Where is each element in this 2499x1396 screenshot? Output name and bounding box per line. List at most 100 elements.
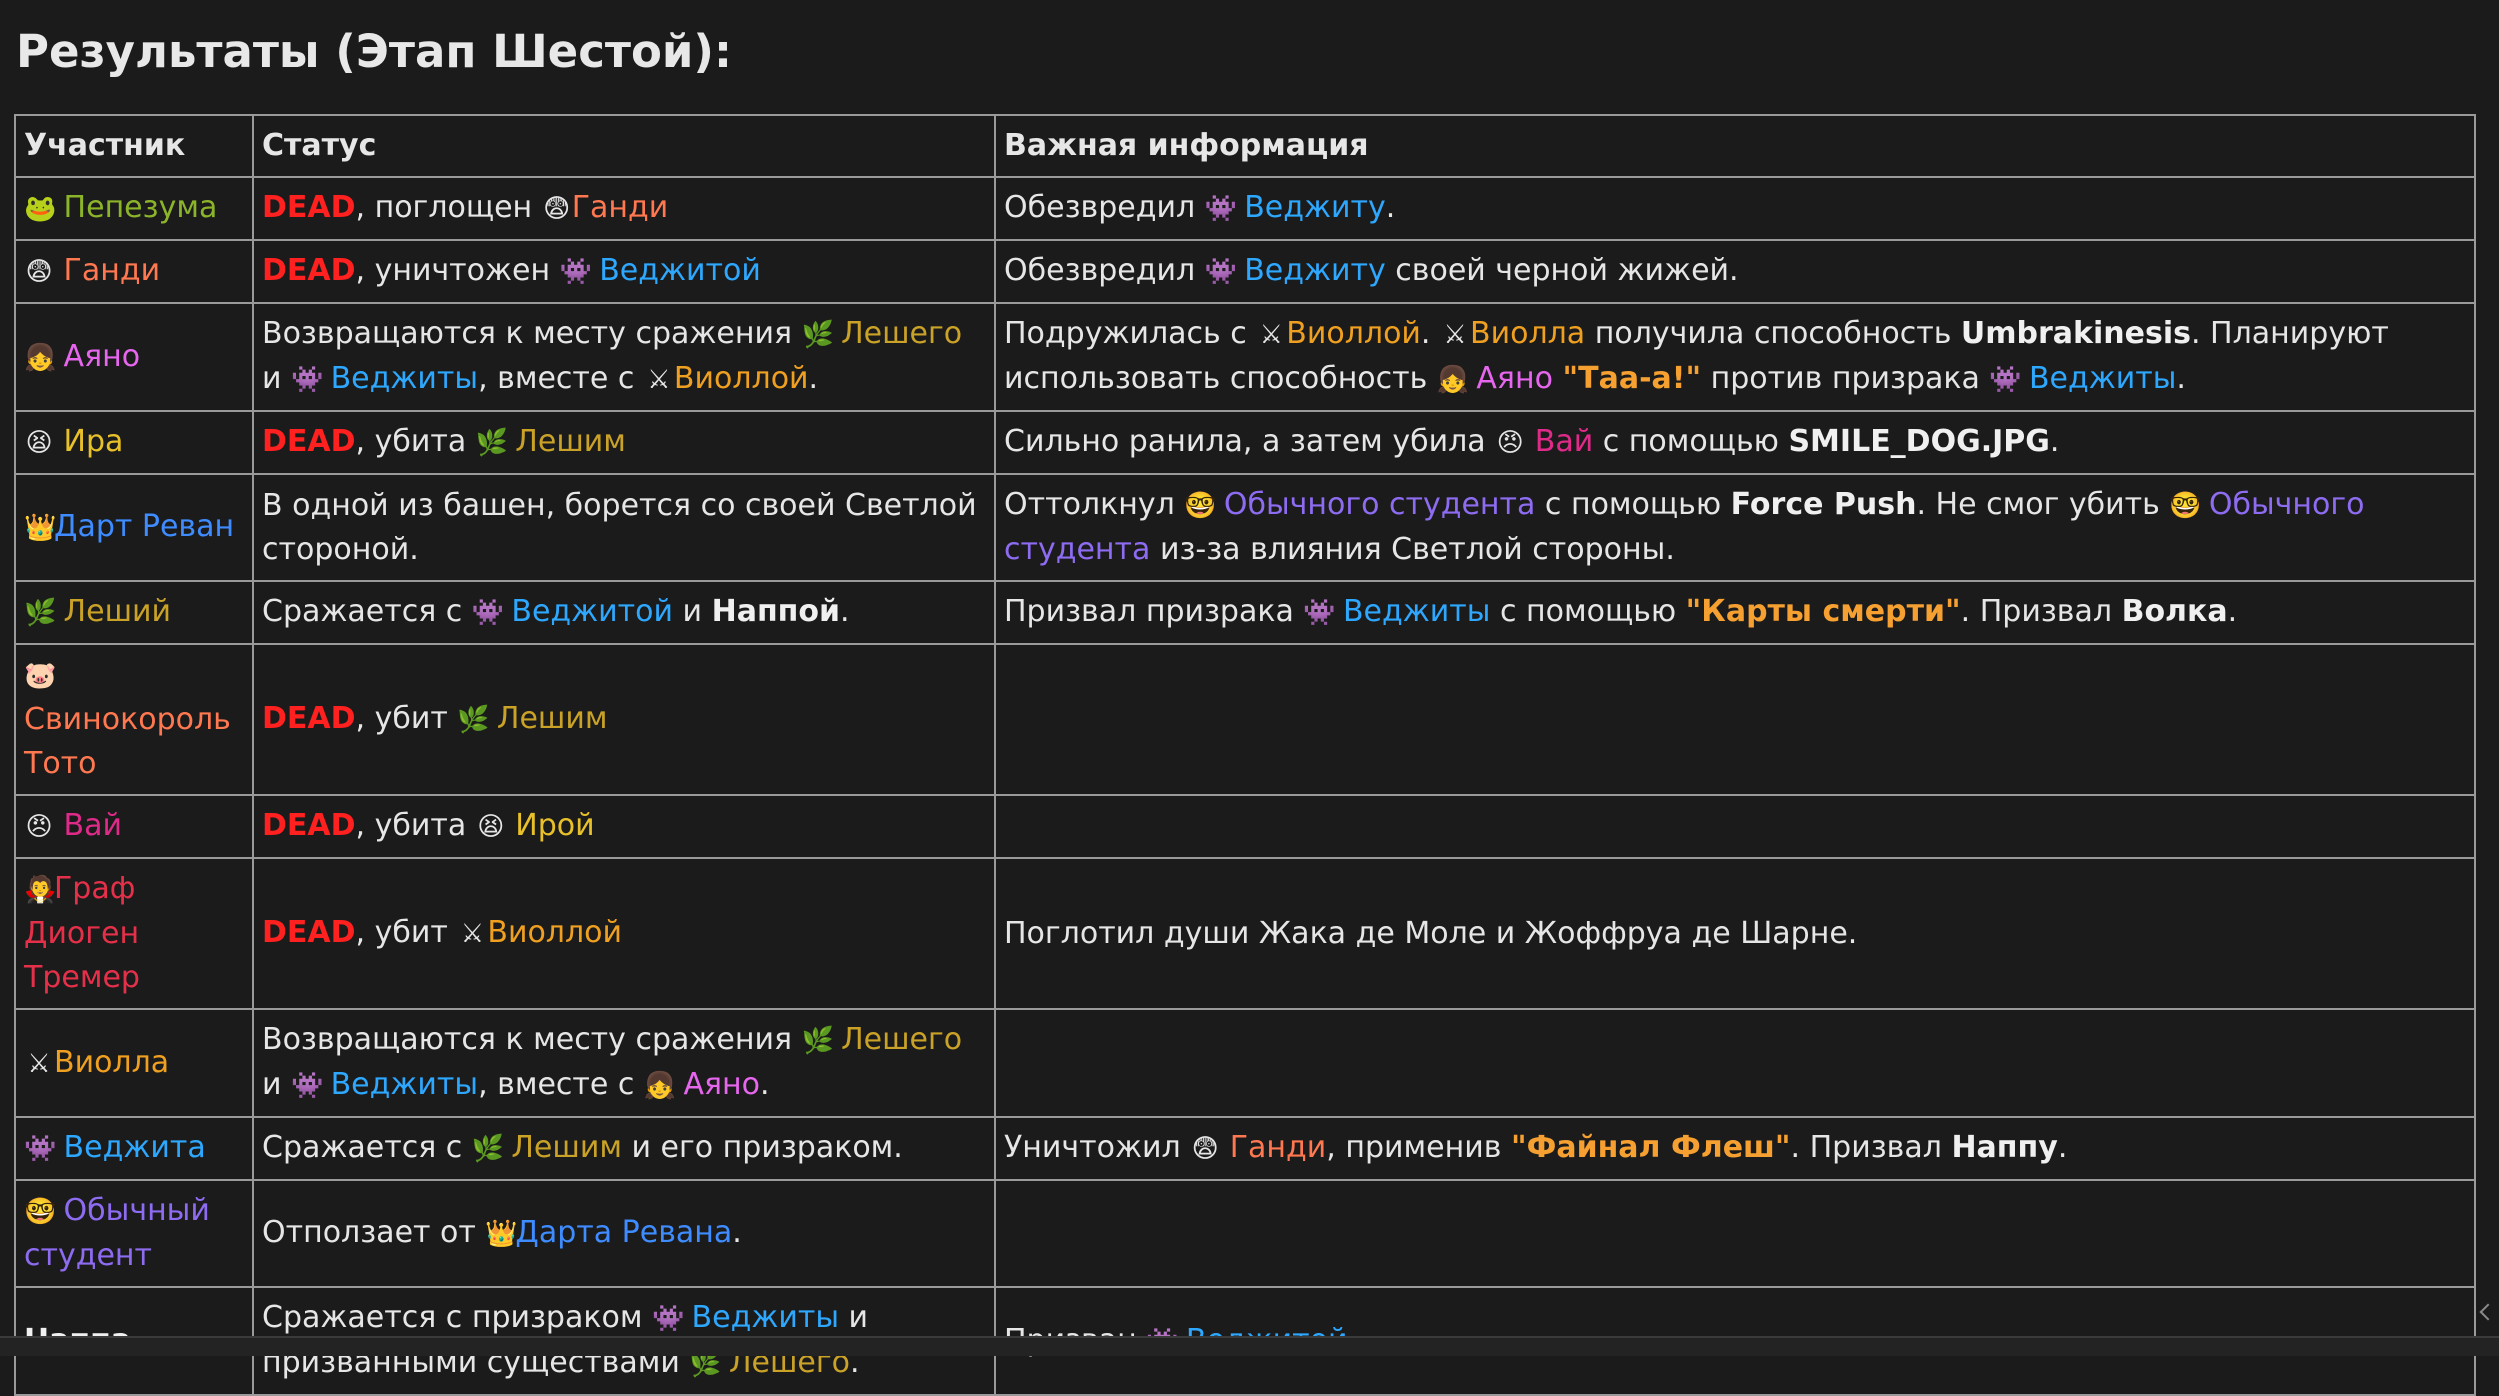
ability-name: "Таа-а!"	[1562, 361, 1702, 396]
dead-label: DEAD	[262, 701, 356, 736]
ref-nappa: Наппой	[711, 594, 841, 629]
scroll-arrow-icon[interactable]	[2479, 1303, 2497, 1321]
table-row: 🐷 Свинокороль Тото DEAD, убит 🌿 Лешим	[14, 643, 2476, 796]
status-text: Возвращаются к месту сражения	[262, 1022, 802, 1057]
info-cell	[994, 643, 2476, 796]
angry-face-icon: 😠	[25, 812, 53, 842]
info-text: .	[2227, 594, 2238, 629]
participant-name: Леший	[63, 594, 172, 629]
info-text: с помощью	[1535, 487, 1731, 522]
participant-name: Ира	[63, 424, 124, 459]
info-text: против призрака	[1701, 361, 1990, 396]
item-name: "Карты смерти"	[1685, 594, 1961, 629]
participant-cell: 👑Дарт Реван	[14, 473, 254, 582]
status-text: .	[732, 1215, 742, 1250]
table-row: 🐸 Пепезума DEAD, поглощен 😨Ганди Обезвре…	[14, 176, 2476, 241]
status-cell: DEAD, убит ⚔ Виоллой	[252, 857, 996, 1010]
ability-name: Umbrakinesis	[1960, 316, 2191, 351]
ref-leshiy: Лешего	[841, 1022, 963, 1057]
dead-label: DEAD	[262, 253, 356, 288]
invader-icon: 👾	[1204, 194, 1238, 224]
status-cell: Сражается с 🌿 Лешим и его призраком.	[252, 1116, 996, 1181]
status-text: и	[673, 594, 712, 629]
status-cell: В одной из башен, борется со своей Светл…	[252, 473, 996, 582]
participant-cell: ⚔ Виолла	[14, 1008, 254, 1118]
info-text: .	[2057, 1130, 2068, 1165]
results-page: Результаты (Этап Шестой): Участник Стату…	[14, 0, 2476, 1396]
table-row: 😫 Ира DEAD, убита 🌿 Лешим Сильно ранила,…	[14, 410, 2476, 475]
ref-violla: Виоллой	[1286, 316, 1421, 351]
status-text: Отползает от	[262, 1215, 486, 1250]
ref-gandi: Ганди	[1229, 1130, 1327, 1165]
info-cell	[994, 794, 2476, 859]
info-cell: Сильно ранила, а затем убила 😠 Вай с пом…	[994, 410, 2476, 475]
ref-leshiy: Лешего	[841, 316, 963, 351]
table-row: 😠 Вай DEAD, убита 😫 Ирой	[14, 794, 2476, 859]
status-text: Сражается с	[262, 1130, 472, 1165]
info-text: с помощью	[1490, 594, 1686, 629]
status-cell: DEAD, поглощен 😨Ганди	[252, 176, 996, 241]
info-text: Обезвредил	[1004, 190, 1205, 225]
herb-icon: 🌿	[471, 1134, 505, 1164]
status-text: , убит	[355, 915, 458, 950]
participant-name: Аяно	[63, 338, 141, 374]
swords-icon: ⚔	[27, 1048, 51, 1079]
invader-icon: 👾	[291, 1071, 324, 1101]
table-row: 🧛Граф Диоген Тремер DEAD, убит ⚔ Виоллой …	[14, 857, 2476, 1010]
status-cell: DEAD, убита 😫 Ирой	[252, 794, 996, 859]
invader-icon: 👾	[291, 365, 324, 395]
girl-icon: 👧	[1436, 365, 1470, 395]
status-text: и его призраком.	[621, 1130, 903, 1165]
herb-icon: 🌿	[24, 598, 57, 628]
fear-icon: 😨	[543, 194, 571, 224]
info-cell: Поглотил души Жака де Моле и Жоффруа де …	[994, 857, 2476, 1010]
status-cell: Возвращаются к месту сражения 🌿 Лешего и…	[252, 302, 996, 412]
info-cell	[994, 1179, 2476, 1288]
nerd-face-icon: 🤓	[24, 1197, 57, 1227]
invader-icon: 👾	[1303, 598, 1336, 628]
info-text: . Призвал	[1960, 594, 2122, 629]
table-row: 😨 Ганди DEAD, уничтожен 👾 Веджитой Обезв…	[14, 239, 2476, 304]
ref-violla: Виолла	[1470, 316, 1586, 351]
vampire-icon: 🧛	[24, 875, 57, 905]
status-text: , уничтожен	[355, 253, 560, 288]
status-text: , убит	[355, 701, 458, 736]
ref-gandi: Ганди	[571, 190, 669, 225]
ref-vedzhita: Веджиты	[330, 1067, 479, 1102]
ref-dart-revan: Дарта Ревана	[515, 1215, 733, 1250]
herb-icon: 🌿	[801, 1026, 834, 1056]
participant-cell: 👾 Веджита	[14, 1116, 254, 1181]
results-table: Участник Статус Важная информация 🐸 Пепе…	[14, 114, 2476, 1396]
status-text: , поглощен	[355, 190, 542, 225]
status-text: Возвращаются к месту сражения	[262, 316, 802, 351]
info-text: из-за влияния Светлой стороны.	[1150, 532, 1675, 567]
header-participant: Участник	[14, 114, 254, 178]
dead-label: DEAD	[262, 808, 356, 843]
info-text: Обезвредил	[1004, 253, 1205, 288]
ref-vedzhita: Веджитой	[511, 594, 674, 629]
table-row: 👾 Веджита Сражается с 🌿 Лешим и его приз…	[14, 1116, 2476, 1181]
status-text: Сражается с	[262, 594, 472, 629]
info-cell: Оттолкнул 🤓 Обычного студента с помощью …	[994, 473, 2476, 582]
status-cell: DEAD, убит 🌿 Лешим	[252, 643, 996, 796]
info-text: Призвал призрака	[1004, 594, 1304, 629]
ref-leshiy: Лешим	[511, 1130, 622, 1165]
info-cell: Обезвредил 👾 Веджиту.	[994, 176, 2476, 241]
ref-vedzhita: Веджиты	[1342, 594, 1491, 629]
horizontal-scrollbar[interactable]	[0, 1336, 2499, 1356]
table-row: 👧 Аяно Возвращаются к месту сражения 🌿 Л…	[14, 302, 2476, 412]
ref-vedzhita: Веджиту	[1244, 190, 1386, 225]
table-row: 🌿 Леший Сражается с 👾 Веджитой и Наппой.…	[14, 580, 2476, 645]
crown-icon: 👑	[485, 1219, 518, 1249]
participant-cell: 🧛Граф Диоген Тремер	[14, 857, 254, 1010]
nerd-face-icon: 🤓	[2169, 491, 2202, 521]
tired-face-icon: 😫	[477, 812, 505, 842]
swords-icon: ⚔	[647, 365, 671, 395]
dead-label: DEAD	[262, 424, 356, 459]
ref-ayano: Аяно	[683, 1067, 760, 1102]
ref-leshiy: Лешим	[515, 424, 626, 459]
dead-label: DEAD	[262, 915, 356, 950]
participant-name: Ганди	[63, 253, 161, 288]
info-text: .	[1385, 190, 1396, 225]
status-text: Сражается с призраком	[262, 1300, 652, 1335]
